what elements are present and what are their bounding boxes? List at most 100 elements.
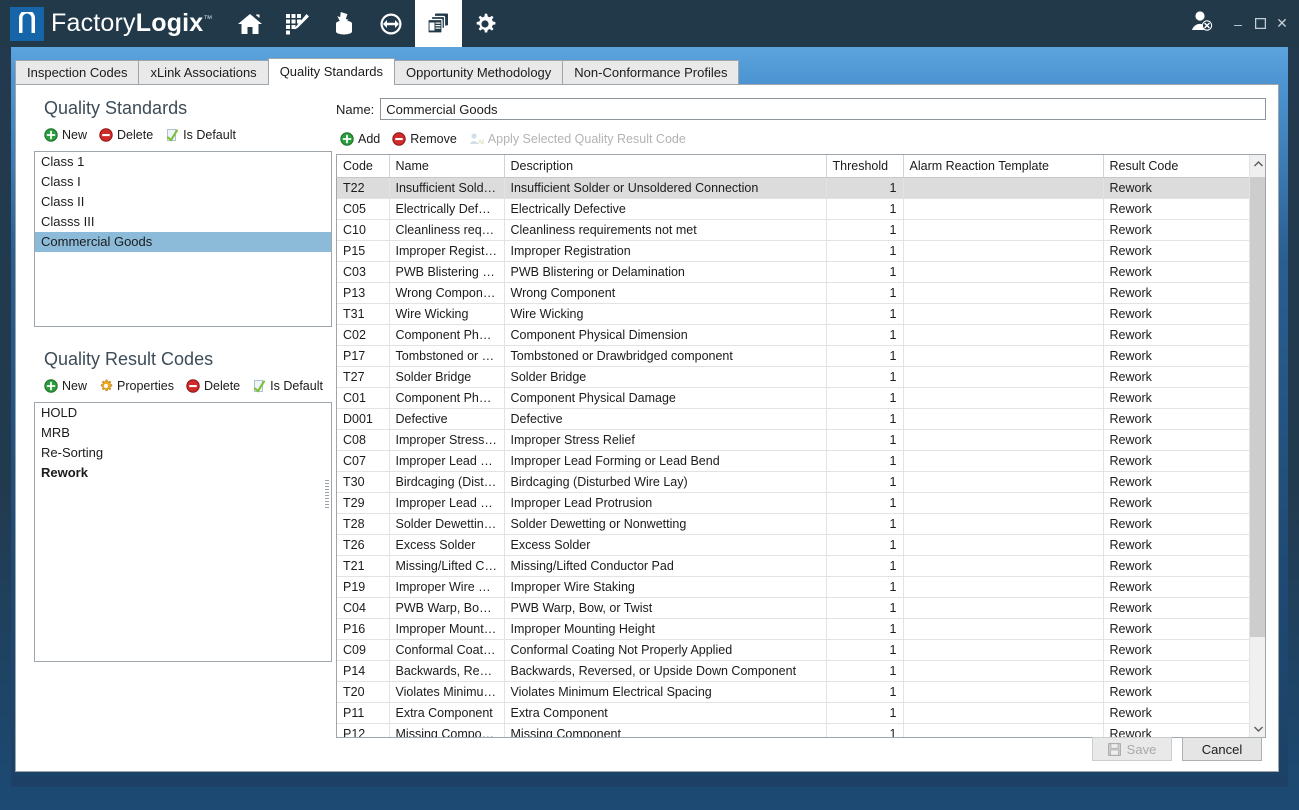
cancel-button[interactable]: Cancel [1182, 737, 1262, 761]
column-header-description[interactable]: Description [504, 155, 826, 177]
cell-threshold: 1 [826, 345, 903, 366]
gear-icon[interactable] [462, 0, 509, 47]
table-row[interactable]: T21Missing/Lifted Con...Missing/Lifted C… [337, 555, 1250, 576]
table-row[interactable]: T28Solder Dewetting o...Solder Dewetting… [337, 513, 1250, 534]
table-row[interactable]: T20Violates Minimum...Violates Minimum E… [337, 681, 1250, 702]
cell-code: P11 [337, 702, 389, 723]
tab-non-conformance-profiles[interactable]: Non-Conformance Profiles [562, 60, 739, 85]
cell-alarm-reaction-template [903, 303, 1103, 324]
cell-code: T26 [337, 534, 389, 555]
close-button[interactable]: ✕ [1271, 12, 1293, 36]
cell-threshold: 1 [826, 177, 903, 198]
tab-inspection-codes[interactable]: Inspection Codes [15, 60, 139, 85]
minimize-button[interactable]: – [1227, 12, 1249, 36]
database-import-icon[interactable] [321, 0, 368, 47]
remove-button[interactable]: Remove [392, 132, 457, 146]
table-row[interactable]: P16Improper Mountin...Improper Mounting … [337, 618, 1250, 639]
list-item[interactable]: Re-Sorting [35, 443, 331, 463]
add-button[interactable]: Add [340, 132, 380, 146]
table-row[interactable]: P17Tombstoned or Dr...Tombstoned or Draw… [337, 345, 1250, 366]
column-header-name[interactable]: Name [389, 155, 504, 177]
production-flow-icon[interactable] [368, 0, 415, 47]
cell-alarm-reaction-template [903, 576, 1103, 597]
qrc-properties-button[interactable]: Properties [99, 379, 174, 393]
cell-description: Improper Lead Protrusion [504, 492, 826, 513]
maximize-button[interactable] [1249, 12, 1271, 36]
cell-description: Cleanliness requirements not met [504, 219, 826, 240]
grid-vertical-scrollbar[interactable] [1249, 155, 1265, 737]
cell-threshold: 1 [826, 597, 903, 618]
tab-quality-standards[interactable]: Quality Standards [268, 58, 395, 85]
list-item[interactable]: Class 1 [35, 152, 331, 172]
table-row[interactable]: D001DefectiveDefective1Rework [337, 408, 1250, 429]
table-row[interactable]: P14Backwards, Reverse...Backwards, Rever… [337, 660, 1250, 681]
qrc-delete-button[interactable]: Delete [186, 379, 240, 393]
design-grid-edit-icon[interactable] [274, 0, 321, 47]
table-row[interactable]: P13Wrong ComponentWrong Component1Rework [337, 282, 1250, 303]
documents-icon[interactable] [415, 0, 462, 47]
logout-user-icon[interactable] [1189, 9, 1215, 38]
column-header-alarm-reaction-template[interactable]: Alarm Reaction Template [903, 155, 1103, 177]
cell-threshold: 1 [826, 576, 903, 597]
name-input[interactable] [380, 98, 1266, 120]
tab-xlink-associations[interactable]: xLink Associations [138, 60, 268, 85]
page-body: Quality Standards New Delete [15, 84, 1279, 772]
list-item-selected[interactable]: Commercial Goods [35, 232, 331, 252]
table-row[interactable]: T30Birdcaging (Disturb...Birdcaging (Dis… [337, 471, 1250, 492]
trademark-symbol: ™ [203, 14, 212, 24]
scrollbar-thumb[interactable] [1250, 177, 1266, 637]
table-row[interactable]: C09Conformal Coating...Conformal Coating… [337, 639, 1250, 660]
column-header-threshold[interactable]: Threshold [826, 155, 903, 177]
table-row[interactable]: C01Component Physic...Component Physical… [337, 387, 1250, 408]
list-item-default[interactable]: Rework [35, 463, 331, 483]
table-row[interactable]: P15Improper Registrati...Improper Regist… [337, 240, 1250, 261]
table-row[interactable]: T29Improper Lead Pro...Improper Lead Pro… [337, 492, 1250, 513]
cell-name: PWB Warp, Bow, or... [389, 597, 504, 618]
table-row[interactable]: C05Electrically DefectiveElectrically De… [337, 198, 1250, 219]
quality-standards-list[interactable]: Class 1 Class I Class II Classs III Comm… [34, 151, 332, 327]
scroll-up-arrow[interactable] [1250, 155, 1266, 172]
qs-new-button[interactable]: New [44, 128, 87, 142]
qs-new-label: New [62, 128, 87, 142]
table-row[interactable]: C07Improper Lead For...Improper Lead For… [337, 450, 1250, 471]
cell-code: T20 [337, 681, 389, 702]
qrc-new-button[interactable]: New [44, 379, 87, 393]
cell-result-code: Rework [1103, 429, 1250, 450]
table-row[interactable]: T27Solder BridgeSolder Bridge1Rework [337, 366, 1250, 387]
qs-delete-button[interactable]: Delete [99, 128, 153, 142]
table-row[interactable]: T31Wire WickingWire Wicking1Rework [337, 303, 1250, 324]
table-row[interactable]: P12Missing ComponentMissing Component1Re… [337, 723, 1250, 738]
cell-result-code: Rework [1103, 282, 1250, 303]
home-icon[interactable] [227, 0, 274, 47]
tab-opportunity-methodology[interactable]: Opportunity Methodology [394, 60, 563, 85]
cell-description: PWB Blistering or Delamination [504, 261, 826, 282]
cell-name: Solder Bridge [389, 366, 504, 387]
cell-code: C10 [337, 219, 389, 240]
list-item[interactable]: Classs III [35, 212, 331, 232]
table-row[interactable]: T26Excess SolderExcess Solder1Rework [337, 534, 1250, 555]
cell-code: T30 [337, 471, 389, 492]
table-row[interactable]: C02Component Physic...Component Physical… [337, 324, 1250, 345]
table-row[interactable]: P19Improper Wire Sta...Improper Wire Sta… [337, 576, 1250, 597]
scroll-down-arrow[interactable] [1250, 720, 1266, 737]
table-row[interactable]: C04PWB Warp, Bow, or...PWB Warp, Bow, or… [337, 597, 1250, 618]
table-row-selected[interactable]: T22Insufficient Solder...Insufficient So… [337, 177, 1250, 198]
column-header-code[interactable]: Code [337, 155, 389, 177]
table-row[interactable]: C03PWB Blistering or...PWB Blistering or… [337, 261, 1250, 282]
cell-alarm-reaction-template [903, 387, 1103, 408]
list-item[interactable]: Class II [35, 192, 331, 212]
column-header-result-code[interactable]: Result Code [1103, 155, 1250, 177]
table-row[interactable]: P11Extra ComponentExtra Component1Rework [337, 702, 1250, 723]
table-row[interactable]: C10Cleanliness require...Cleanliness req… [337, 219, 1250, 240]
qrc-is-default-button[interactable]: Is Default [252, 379, 323, 393]
cell-code: P15 [337, 240, 389, 261]
table-row[interactable]: C08Improper Stress Re...Improper Stress … [337, 429, 1250, 450]
qs-is-default-button[interactable]: Is Default [165, 128, 236, 142]
list-item[interactable]: MRB [35, 423, 331, 443]
list-item[interactable]: Class I [35, 172, 331, 192]
list-item[interactable]: HOLD [35, 403, 331, 423]
table-body: T22Insufficient Solder...Insufficient So… [337, 177, 1250, 738]
cell-description: Violates Minimum Electrical Spacing [504, 681, 826, 702]
quality-result-codes-list[interactable]: HOLD MRB Re-Sorting Rework [34, 402, 332, 662]
panel-splitter[interactable] [323, 477, 331, 513]
